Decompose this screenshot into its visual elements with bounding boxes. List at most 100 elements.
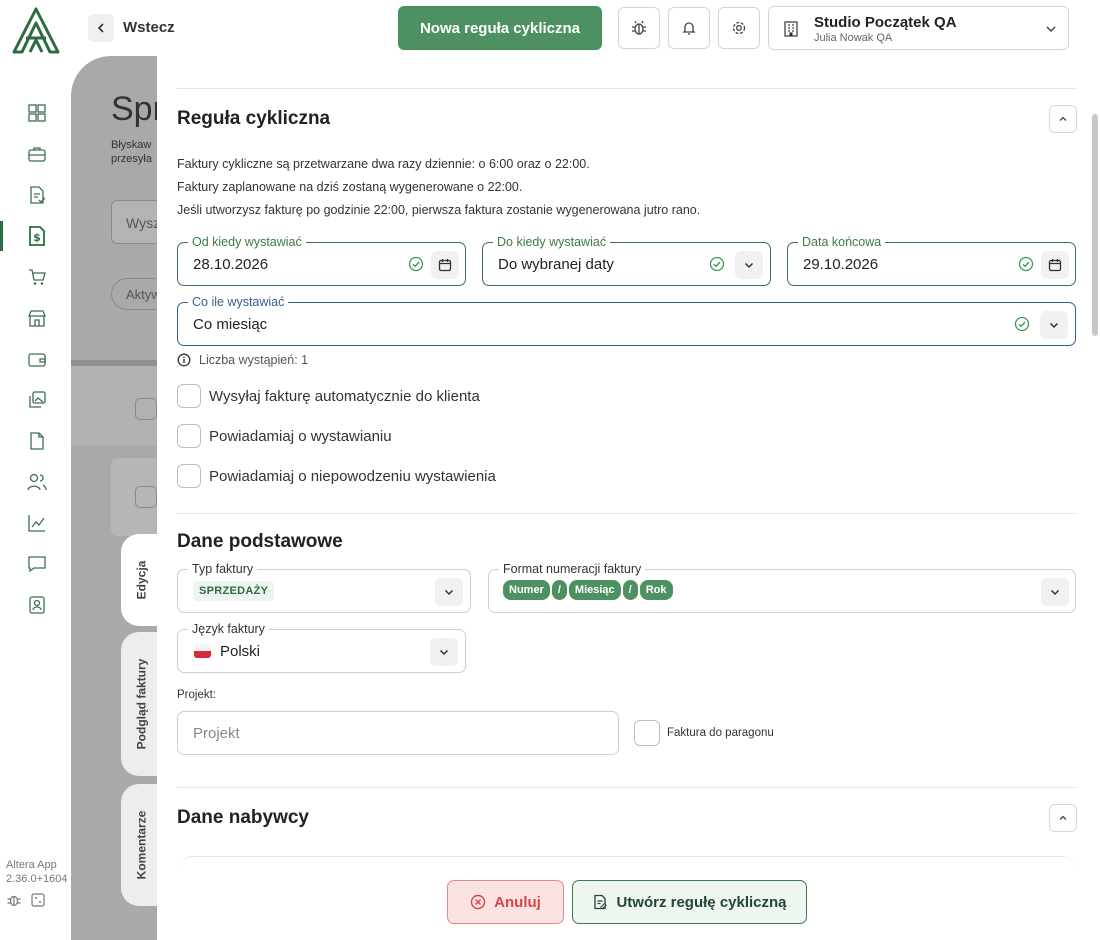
divider xyxy=(177,88,1077,89)
chevron-down-icon xyxy=(744,262,754,269)
until-mode-label: Do kiedy wystawiać xyxy=(493,235,611,249)
background-checkbox xyxy=(135,486,157,508)
bug-report-button[interactable] xyxy=(618,7,660,49)
notify-issue-checkbox[interactable] xyxy=(177,424,201,448)
sales-invoice-icon[interactable]: $ xyxy=(26,225,48,247)
send-automatically-checkbox[interactable] xyxy=(177,384,201,408)
dropdown-toggle[interactable] xyxy=(435,578,463,606)
chevron-down-icon xyxy=(1046,26,1056,33)
scrollbar[interactable] xyxy=(1092,114,1098,336)
dashboard-grid-icon[interactable] xyxy=(26,102,48,124)
bell-icon xyxy=(682,22,696,35)
bug-icon xyxy=(632,20,646,35)
images-icon[interactable] xyxy=(26,389,48,411)
project-placeholder: Projekt xyxy=(193,725,240,742)
background-page-title: Spr xyxy=(111,90,164,128)
start-date-label: Od kiedy wystawiać xyxy=(188,235,306,249)
project-input[interactable]: Projekt xyxy=(177,711,619,755)
poland-flag-icon xyxy=(194,644,211,658)
frequency-select[interactable]: Co ile wystawiać Co miesiąc xyxy=(177,295,1076,346)
tab-edit-label: Edycja xyxy=(133,560,148,600)
collapse-recurring-button[interactable] xyxy=(1049,105,1077,133)
chevron-down-icon xyxy=(439,649,449,656)
app-logo[interactable] xyxy=(10,6,62,54)
cancel-button[interactable]: Anuluj xyxy=(447,880,564,924)
invoice-language-select[interactable]: Język faktury Polski xyxy=(177,622,466,673)
format-token: / xyxy=(622,580,638,600)
bug-icon[interactable] xyxy=(6,892,22,908)
user-name: Julia Nowak QA xyxy=(814,32,893,44)
project-label: Projekt: xyxy=(177,689,216,701)
file-icon[interactable] xyxy=(26,430,48,452)
until-mode-select[interactable]: Do kiedy wystawiać Do wybranej daty xyxy=(482,235,771,286)
cart-icon[interactable] xyxy=(26,266,48,288)
tab-comments[interactable]: Komentarze xyxy=(121,784,161,906)
tab-invoice-preview[interactable]: Podgląd faktury xyxy=(121,632,161,776)
dice-icon[interactable] xyxy=(30,892,46,908)
occurrences-text: Liczba wystąpień: 1 xyxy=(199,353,309,367)
chevron-up-icon xyxy=(1059,815,1067,820)
settings-button[interactable] xyxy=(718,7,760,49)
background-search-placeholder: Wysz xyxy=(126,215,161,231)
gear-icon xyxy=(732,21,746,35)
dropdown-toggle[interactable] xyxy=(430,638,458,666)
notify-failure-checkbox[interactable] xyxy=(177,464,201,488)
end-date-field[interactable]: Data końcowa 29.10.2026 xyxy=(787,235,1076,286)
chevron-down-icon xyxy=(444,589,454,596)
frequency-value: Co miesiąc xyxy=(193,316,268,333)
buyer-section-title: Dane nabywcy xyxy=(177,807,309,828)
sidebar-active-indicator xyxy=(0,221,3,251)
numbering-format-label: Format numeracji faktury xyxy=(499,562,646,576)
collapse-buyer-button[interactable] xyxy=(1049,804,1077,832)
dropdown-toggle[interactable] xyxy=(1041,578,1069,606)
version-app-name: Altera App xyxy=(6,859,57,871)
numbering-format-tokens: Numer / Miesiąc / Rok xyxy=(503,580,675,600)
building-icon xyxy=(784,21,798,37)
send-automatically-label[interactable]: Wysyłaj fakturę automatycznie do klienta xyxy=(209,388,480,405)
format-token: Numer xyxy=(503,580,550,600)
chart-icon[interactable] xyxy=(26,512,48,534)
notify-issue-label[interactable]: Powiadamiaj o wystawianiu xyxy=(209,428,392,445)
start-date-field[interactable]: Od kiedy wystawiać 28.10.2026 xyxy=(177,235,466,286)
format-token: Miesiąc xyxy=(568,580,621,600)
back-button[interactable] xyxy=(88,14,114,42)
info-text: Faktury zaplanowane na dziś zostaną wyge… xyxy=(177,180,523,194)
tab-comments-label: Komentarze xyxy=(134,810,148,880)
wallet-icon[interactable] xyxy=(26,348,48,370)
back-label[interactable]: Wstecz xyxy=(123,19,175,36)
invoice-type-select[interactable]: Typ faktury SPRZEDAŻY xyxy=(177,562,471,613)
calendar-button[interactable] xyxy=(431,251,459,279)
invoice-icon[interactable] xyxy=(26,184,48,206)
calendar-icon xyxy=(1048,259,1062,272)
create-recurring-rule-button[interactable]: Utwórz regułę cykliczną xyxy=(572,880,807,924)
store-icon[interactable] xyxy=(26,307,48,329)
background-page-subtitle: Błyskaw przesyła xyxy=(111,138,152,166)
receipt-invoice-checkbox[interactable] xyxy=(634,720,660,746)
notifications-button[interactable] xyxy=(668,7,710,49)
basic-data-section-title: Dane podstawowe xyxy=(177,531,343,552)
format-token: Rok xyxy=(639,580,673,600)
chevron-left-icon xyxy=(97,23,104,33)
info-circle-icon xyxy=(177,353,191,367)
background-chip-label: Aktyw xyxy=(126,287,161,302)
tab-edit[interactable]: Edycja xyxy=(121,534,161,626)
notify-failure-label[interactable]: Powiadamiaj o niepowodzeniu wystawienia xyxy=(209,468,496,485)
dropdown-toggle[interactable] xyxy=(735,251,763,279)
invoice-language-label: Język faktury xyxy=(188,622,269,636)
new-recurring-rule-button[interactable]: Nowa reguła cykliczna xyxy=(398,6,602,50)
divider xyxy=(177,787,1077,788)
check-circle-icon xyxy=(408,256,424,272)
numbering-format-select[interactable]: Format numeracji faktury Numer / Miesiąc… xyxy=(488,562,1076,613)
check-circle-icon xyxy=(1018,256,1034,272)
format-token: / xyxy=(551,580,567,600)
receipt-invoice-label[interactable]: Faktura do paragonu xyxy=(667,727,774,739)
users-icon[interactable] xyxy=(26,471,48,493)
company-selector[interactable]: Studio Początek QA Julia Nowak QA xyxy=(768,6,1069,50)
briefcase-icon[interactable] xyxy=(26,143,48,165)
chevron-down-icon xyxy=(1049,322,1059,329)
check-circle-icon xyxy=(1014,316,1030,332)
calendar-button[interactable] xyxy=(1041,251,1069,279)
message-icon[interactable] xyxy=(26,553,48,575)
dropdown-toggle[interactable] xyxy=(1040,311,1068,339)
user-badge-icon[interactable] xyxy=(26,594,48,616)
